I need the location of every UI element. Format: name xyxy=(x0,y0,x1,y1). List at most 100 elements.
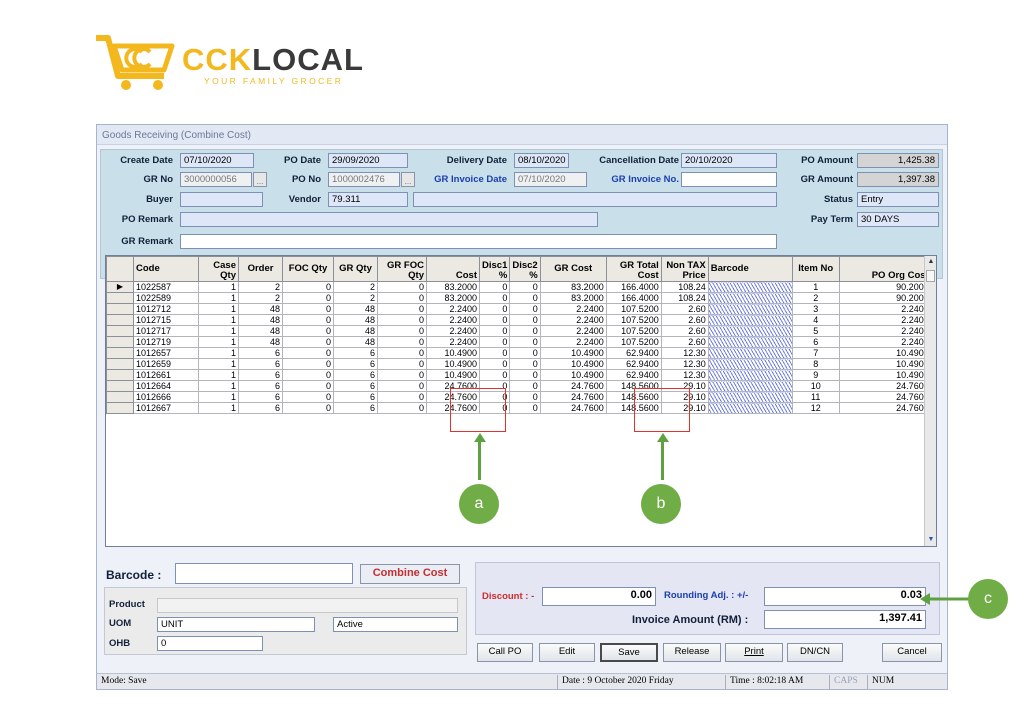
col-disc1[interactable]: Disc1 % xyxy=(478,256,511,282)
combine-cost-button[interactable]: Combine Cost xyxy=(360,564,460,584)
grid-cell[interactable]: 24.7600 xyxy=(539,402,607,414)
grid-cell[interactable]: 83.2000 xyxy=(426,281,480,293)
gr-remark-field[interactable] xyxy=(180,234,777,249)
grid-cell[interactable]: 1012719 xyxy=(133,336,199,348)
grid-cell[interactable]: 1 xyxy=(198,391,239,403)
grid-cell[interactable]: 108.24 xyxy=(660,292,709,304)
grid-cell[interactable]: 10.4900 xyxy=(838,369,932,381)
grid-cell[interactable]: 48 xyxy=(333,336,378,348)
grid-cell[interactable]: 0 xyxy=(377,281,427,293)
row-indicator[interactable] xyxy=(106,380,134,392)
scroll-thumb[interactable] xyxy=(926,270,935,282)
grid-vertical-scrollbar[interactable]: ▲ ▼ xyxy=(924,256,936,546)
table-row[interactable]: 1012717 1 48 0 48 0 2.2400 0 0 2.2400 107.5200 2.60… xyxy=(106,325,932,337)
grid-cell[interactable]: 0 xyxy=(509,358,541,370)
col-barcode[interactable]: Barcode xyxy=(707,256,793,282)
table-row[interactable]: 1012719 1 48 0 48 0 2.2400 0 0 2.2400 107.5200 2.60… xyxy=(106,336,932,348)
table-row[interactable]: 1012667 1 6 0 6 0 24.7600 0 0 24.7600 148.5600 29.1… xyxy=(106,402,932,414)
vendor-code-field[interactable]: 79.311 xyxy=(328,192,408,207)
row-indicator[interactable] xyxy=(106,347,134,359)
grid-cell[interactable]: 24.7600 xyxy=(539,391,607,403)
grid-cell[interactable]: 2.2400 xyxy=(838,314,932,326)
uom-field[interactable]: UNIT xyxy=(157,617,315,632)
grid-cell[interactable]: 0 xyxy=(509,380,541,392)
grid-cell[interactable]: 107.5200 xyxy=(605,325,662,337)
grid-cell[interactable]: 0 xyxy=(509,402,541,414)
grid-cell[interactable]: 166.4000 xyxy=(605,281,662,293)
grid-cell[interactable]: 12.30 xyxy=(660,347,709,359)
table-row[interactable]: 1012661 1 6 0 6 0 10.4900 0 0 10.4900 62.9400 12.30… xyxy=(106,369,932,381)
row-indicator[interactable] xyxy=(106,303,134,315)
gr-no-field[interactable]: 3000000056 xyxy=(180,172,252,187)
col-non-tax-price[interactable]: Non TAX Price xyxy=(660,256,709,282)
grid-cell[interactable]: 24.7600 xyxy=(838,391,932,403)
grid-cell[interactable]: 48 xyxy=(238,303,283,315)
table-row[interactable]: 1022589 1 2 0 2 0 83.2000 0 0 83.2000 166.4000 108.… xyxy=(106,292,932,304)
scroll-down-icon[interactable]: ▼ xyxy=(925,534,936,546)
gr-invoice-no-field[interactable] xyxy=(681,172,777,187)
grid-cell[interactable]: 12.30 xyxy=(660,369,709,381)
grid-cell[interactable]: 48 xyxy=(333,314,378,326)
grid-cell[interactable]: 0 xyxy=(282,281,334,293)
grid-cell[interactable]: 6 xyxy=(333,347,378,359)
grid-cell[interactable]: 10.4900 xyxy=(838,358,932,370)
grid-cell[interactable]: 62.9400 xyxy=(605,369,662,381)
row-indicator[interactable] xyxy=(106,402,134,414)
grid-cell[interactable]: 0 xyxy=(282,391,334,403)
row-indicator[interactable] xyxy=(106,369,134,381)
grid-cell[interactable] xyxy=(707,303,793,315)
grid-cell[interactable]: 2.60 xyxy=(660,325,709,337)
grid-cell[interactable]: 0 xyxy=(509,303,541,315)
grid-cell[interactable]: 0 xyxy=(377,369,427,381)
grid-cell[interactable]: 2.60 xyxy=(660,336,709,348)
grid-cell[interactable]: 12 xyxy=(791,402,840,414)
grid-cell[interactable] xyxy=(707,325,793,337)
grid-cell[interactable]: 1 xyxy=(198,314,239,326)
grid-cell[interactable]: 0 xyxy=(377,303,427,315)
grid-cell[interactable]: 83.2000 xyxy=(539,281,607,293)
grid-cell[interactable]: 1 xyxy=(198,303,239,315)
grid-cell[interactable]: 0 xyxy=(282,336,334,348)
grid-cell[interactable]: 0 xyxy=(282,380,334,392)
grid-cell[interactable]: 0 xyxy=(282,325,334,337)
grid-cell[interactable]: 0 xyxy=(509,391,541,403)
grid-cell[interactable]: 0 xyxy=(509,369,541,381)
dn-cn-button[interactable]: DN/CN xyxy=(787,643,843,662)
grid-cell[interactable]: 8 xyxy=(791,358,840,370)
grid-cell[interactable]: 1 xyxy=(198,369,239,381)
po-date-field[interactable]: 29/09/2020 xyxy=(328,153,408,168)
grid-cell[interactable]: 10.4900 xyxy=(838,347,932,359)
grid-cell[interactable]: 24.7600 xyxy=(539,380,607,392)
grid-cell[interactable]: 0 xyxy=(377,347,427,359)
grid-cell[interactable]: 2.2400 xyxy=(426,303,480,315)
grid-cell[interactable]: 2.2400 xyxy=(838,303,932,315)
grid-cell[interactable]: 1 xyxy=(198,380,239,392)
call-po-button[interactable]: Call PO xyxy=(477,643,533,662)
grid-cell[interactable]: 10.4900 xyxy=(539,369,607,381)
grid-cell[interactable]: 10.4900 xyxy=(539,358,607,370)
grid-cell[interactable] xyxy=(707,402,793,414)
col-foc-qty[interactable]: FOC Qty xyxy=(282,256,334,282)
col-item-no[interactable]: Item No xyxy=(791,256,840,282)
grid-cell[interactable]: 83.2000 xyxy=(539,292,607,304)
grid-cell[interactable]: 0 xyxy=(478,336,511,348)
grid-cell[interactable]: 5 xyxy=(791,325,840,337)
grid-cell[interactable]: 0 xyxy=(478,369,511,381)
grid-cell[interactable] xyxy=(707,314,793,326)
grid-cell[interactable]: 1012661 xyxy=(133,369,199,381)
grid-cell[interactable]: 0 xyxy=(509,336,541,348)
grid-cell[interactable]: 24.7600 xyxy=(838,380,932,392)
grid-cell[interactable]: 0 xyxy=(509,281,541,293)
col-gr-total-cost[interactable]: GR Total Cost xyxy=(605,256,662,282)
grid-cell[interactable]: 2.60 xyxy=(660,303,709,315)
grid-cell[interactable]: 10.4900 xyxy=(426,347,480,359)
grid-cell[interactable]: 2.2400 xyxy=(426,336,480,348)
grid-cell[interactable]: 90.2000 xyxy=(838,281,932,293)
release-button[interactable]: Release xyxy=(663,643,721,662)
grid-cell[interactable]: 0 xyxy=(509,292,541,304)
row-indicator[interactable] xyxy=(106,336,134,348)
grid-cell[interactable]: 1022587 xyxy=(133,281,199,293)
grid-cell[interactable]: 2 xyxy=(333,281,378,293)
table-row[interactable]: ▶ 1022587 1 2 0 2 0 83.2000 0 0 83.2000 166.4000 108… xyxy=(106,281,932,293)
table-row[interactable]: 1012657 1 6 0 6 0 10.4900 0 0 10.4900 62.9400 12.30… xyxy=(106,347,932,359)
